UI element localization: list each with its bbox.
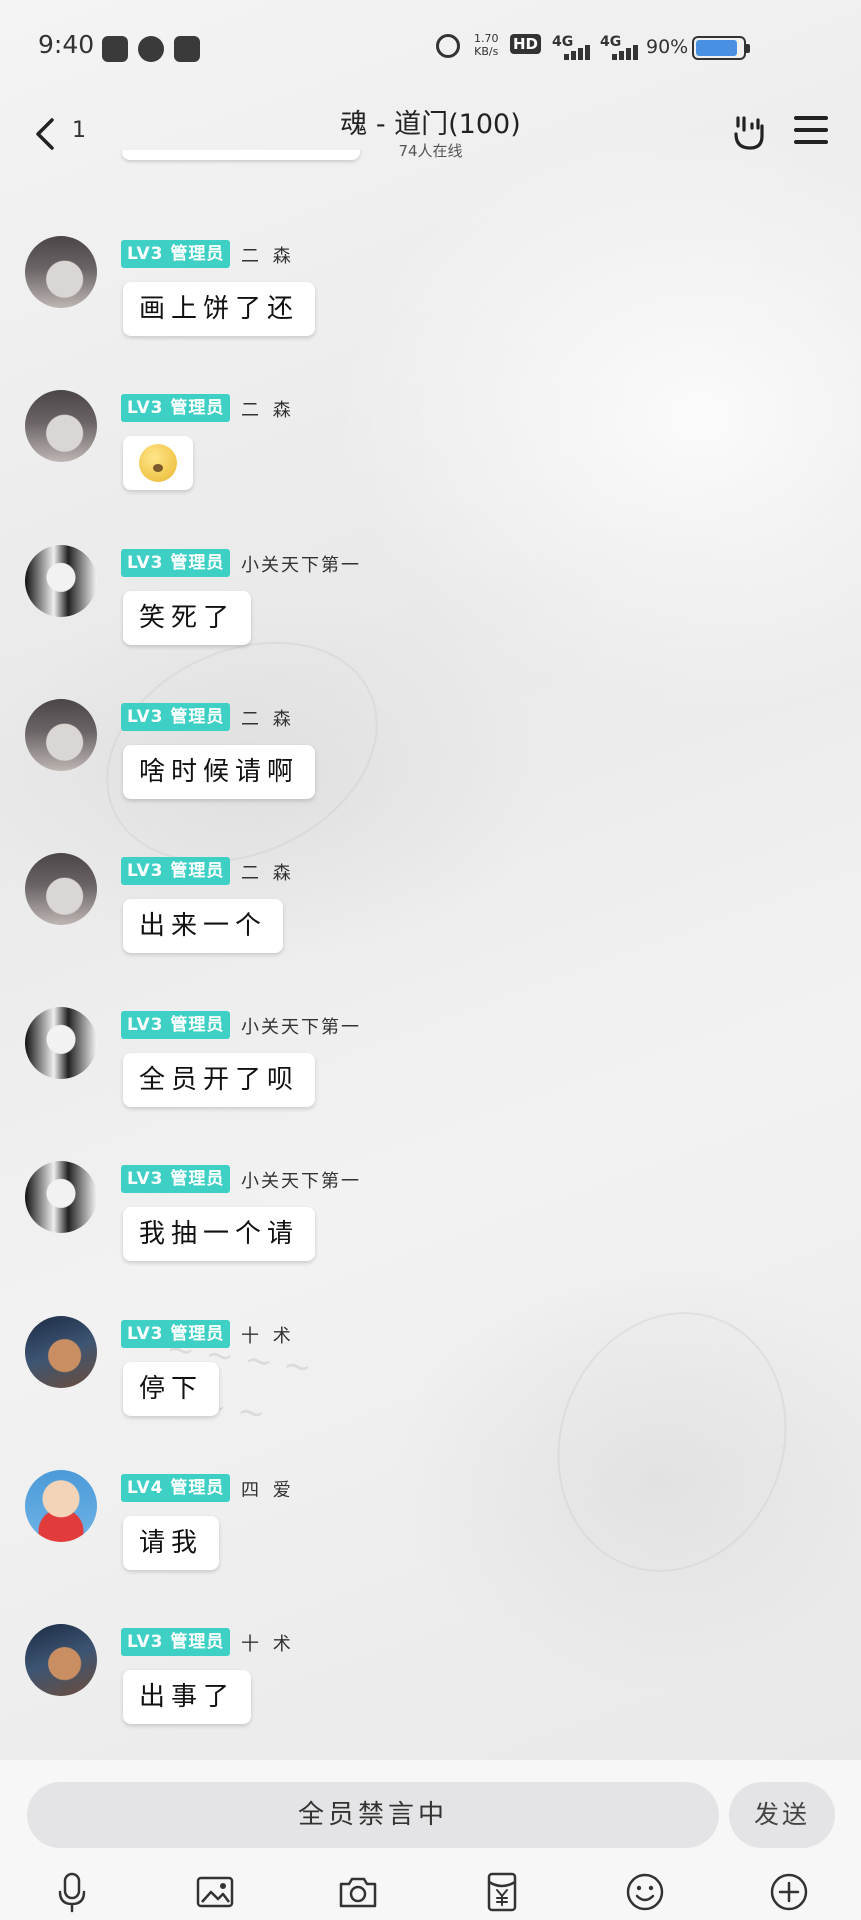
send-button[interactable]: 发送 xyxy=(729,1782,835,1848)
avatar[interactable] xyxy=(25,390,97,462)
message-bubble-partial xyxy=(122,150,360,160)
sender-name[interactable]: 二 森 xyxy=(241,242,295,268)
emoji-icon xyxy=(626,1873,664,1911)
sender-name[interactable]: 十 术 xyxy=(241,1630,295,1656)
level-badge: LV3 管理员 xyxy=(121,1628,231,1656)
image-icon xyxy=(196,1876,234,1908)
level-badge: LV3 管理员 xyxy=(121,1320,231,1348)
emoji-button[interactable] xyxy=(623,1870,667,1914)
message-item: LV3 管理员 十 术 出事了 xyxy=(0,1624,861,1760)
avatar[interactable] xyxy=(25,1316,97,1388)
hand-gesture-button[interactable] xyxy=(728,112,768,152)
level-badge: LV4 管理员 xyxy=(121,1474,231,1502)
level-badge: LV3 管理员 xyxy=(121,549,231,577)
sender-name[interactable]: 二 森 xyxy=(241,705,295,731)
message-bubble[interactable]: 画上饼了还 xyxy=(123,282,316,336)
camera-icon xyxy=(339,1877,377,1908)
sender-name[interactable]: 十 术 xyxy=(241,1322,295,1348)
message-bubble[interactable]: 出事了 xyxy=(123,1670,252,1724)
network-speed-value: 1.70 xyxy=(474,32,499,45)
red-packet-icon xyxy=(487,1872,517,1912)
message-item: LV3 管理员 十 术 停下 xyxy=(0,1316,861,1466)
sender-name[interactable]: 小关天下第一 xyxy=(241,1013,361,1039)
level-badge: LV3 管理员 xyxy=(121,1165,231,1193)
battery-icon xyxy=(692,36,750,60)
avatar[interactable] xyxy=(25,853,97,925)
sender-name[interactable]: 二 森 xyxy=(241,396,295,422)
level-badge: LV3 管理员 xyxy=(121,394,231,422)
avatar[interactable] xyxy=(25,1624,97,1696)
mail-notification-icon xyxy=(102,36,128,62)
camera-button[interactable] xyxy=(336,1870,380,1914)
wechat-notification-icon xyxy=(138,36,164,62)
emoji-sticker-icon xyxy=(139,444,177,482)
message-item: LV3 管理员 二 森 出来一个 xyxy=(0,853,861,1003)
more-button[interactable] xyxy=(767,1870,811,1914)
level-badge: LV3 管理员 xyxy=(121,857,231,885)
alarm-icon xyxy=(436,34,460,58)
image-button[interactable] xyxy=(193,1870,237,1914)
battery-percent: 90% xyxy=(646,36,689,58)
sim1-network-type: 4G xyxy=(552,34,574,50)
avatar[interactable] xyxy=(25,236,97,308)
avatar[interactable] xyxy=(25,545,97,617)
network-speed: 1.70 KB/s xyxy=(474,32,499,58)
message-bubble[interactable]: 停下 xyxy=(123,1362,220,1416)
message-item: LV3 管理员 小关天下第一 笑死了 xyxy=(0,545,861,695)
message-bubble[interactable]: 请我 xyxy=(123,1516,220,1570)
sender-name[interactable]: 二 森 xyxy=(241,859,295,885)
hd-voice-icon: HD xyxy=(510,34,542,54)
red-packet-button[interactable] xyxy=(480,1870,524,1914)
signal-icon-sim2: 4G xyxy=(600,34,644,60)
muted-input-field[interactable]: 全员禁言中 xyxy=(27,1782,719,1848)
avatar[interactable] xyxy=(25,699,97,771)
message-item: LV3 管理员 二 森 画上饼了还 xyxy=(0,236,861,386)
voice-button[interactable] xyxy=(50,1870,94,1914)
sender-name[interactable]: 四 爱 xyxy=(241,1476,295,1502)
message-item: LV4 管理员 四 爱 请我 xyxy=(0,1470,861,1620)
microphone-icon xyxy=(58,1872,86,1913)
status-bar: 9:40 1.70 KB/s HD 4G 4G 90% xyxy=(0,0,861,96)
status-time: 9:40 xyxy=(38,30,95,59)
rock-hand-icon xyxy=(734,116,764,150)
sender-name[interactable]: 小关天下第一 xyxy=(241,551,361,577)
signal-icon-sim1: 4G xyxy=(552,34,596,60)
level-badge: LV3 管理员 xyxy=(121,1011,231,1039)
message-bubble[interactable]: 我抽一个请 xyxy=(123,1207,316,1261)
sim2-network-type: 4G xyxy=(600,34,622,50)
message-item: LV3 管理员 二 森 啥时候请啊 xyxy=(0,699,861,849)
sender-name[interactable]: 小关天下第一 xyxy=(241,1167,361,1193)
message-list[interactable]: LV3 管理员 二 森 画上饼了还 LV3 管理员 二 森 LV3 管理员 小关… xyxy=(0,150,861,1760)
message-bubble[interactable]: 全员开了呗 xyxy=(123,1053,316,1107)
message-item: LV3 管理员 小关天下第一 我抽一个请 xyxy=(0,1161,861,1311)
plus-icon xyxy=(770,1873,808,1911)
level-badge: LV3 管理员 xyxy=(121,240,231,268)
avatar[interactable] xyxy=(25,1470,97,1542)
menu-button[interactable] xyxy=(794,116,828,146)
network-speed-unit: KB/s xyxy=(474,45,499,58)
level-badge: LV3 管理员 xyxy=(121,703,231,731)
message-bubble[interactable]: 出来一个 xyxy=(123,899,284,953)
message-bubble[interactable] xyxy=(123,436,193,490)
avatar[interactable] xyxy=(25,1007,97,1079)
input-toolbar xyxy=(0,1864,861,1920)
avatar[interactable] xyxy=(25,1161,97,1233)
message-bubble[interactable]: 啥时候请啊 xyxy=(123,745,316,799)
app-notification-icon xyxy=(174,36,200,62)
input-bar: 全员禁言中 发送 xyxy=(0,1760,861,1920)
message-bubble[interactable]: 笑死了 xyxy=(123,591,252,645)
message-item: LV3 管理员 二 森 xyxy=(0,390,861,540)
message-item: LV3 管理员 小关天下第一 全员开了呗 xyxy=(0,1007,861,1157)
